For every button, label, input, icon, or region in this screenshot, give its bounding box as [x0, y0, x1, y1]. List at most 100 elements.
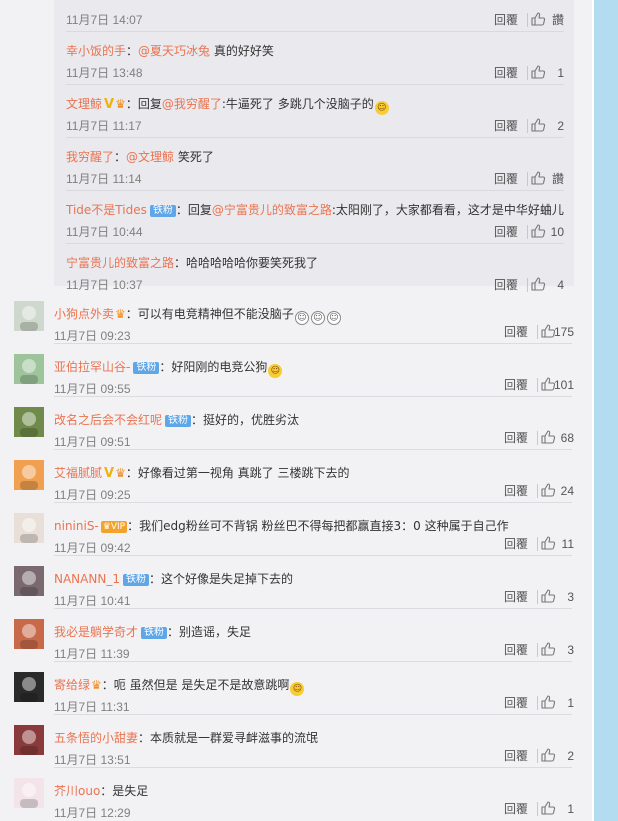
thumbs-up-icon[interactable]	[540, 588, 556, 604]
member-crown-icon: ♛	[115, 466, 126, 480]
avatar[interactable]	[14, 301, 44, 331]
like-count[interactable]: 1	[557, 66, 564, 80]
like-count[interactable]: 2	[557, 119, 564, 133]
avatar[interactable]	[14, 460, 44, 490]
username-link[interactable]: 寄给绿	[54, 678, 90, 692]
avatar[interactable]	[14, 407, 44, 437]
like-count[interactable]: 11	[562, 537, 574, 551]
comment-text: ：呃 虽然但是 是失足不是故意跳啊	[101, 678, 290, 692]
reply-button[interactable]: 回覆	[494, 278, 518, 292]
mention-link[interactable]: @夏天巧冰兔	[138, 44, 210, 58]
username-link[interactable]: 亚伯拉罕山谷-	[54, 360, 130, 374]
thumbs-up-icon[interactable]	[540, 641, 556, 657]
reply-button[interactable]: 回覆	[494, 13, 518, 27]
username-link[interactable]: 五条悟的小甜妻	[54, 731, 138, 745]
iron-fan-badge: 铁粉	[122, 574, 149, 586]
comment-text-line: 艾福腻腻 V♛：好像看过第一视角 真跳了 三楼跳下去的	[54, 465, 349, 482]
like-count[interactable]: 10	[551, 225, 564, 239]
member-crown-icon: ♛	[115, 307, 126, 321]
username-link[interactable]: 我穷醒了	[66, 150, 114, 164]
reply-button[interactable]: 回覆	[504, 749, 528, 763]
username-link[interactable]: Tide不是Tides	[66, 203, 147, 217]
reply-button[interactable]: 回覆	[504, 537, 528, 551]
comment-actions: 回覆 讚	[434, 11, 564, 29]
thumbs-up-icon[interactable]	[540, 482, 556, 498]
comment-item: 我必是躺学奇才 铁粉 ：别造谣，失足 11月7日 11:39 回覆 3	[0, 609, 600, 662]
thumbs-up-icon[interactable]	[530, 223, 546, 239]
thumbs-up-icon[interactable]	[540, 694, 556, 710]
mention-link[interactable]: @文理鲸	[126, 150, 174, 164]
username-link[interactable]: 我必是躺学奇才	[54, 625, 138, 639]
like-count[interactable]: 2	[567, 749, 574, 763]
reply-button[interactable]: 回覆	[504, 802, 528, 816]
comment-text-line: 五条悟的小甜妻：本质就是一群爱寻衅滋事的流氓	[54, 730, 318, 746]
reply-item: 11月7日 14:07 回覆 讚	[54, 0, 574, 32]
like-count[interactable]: 3	[567, 643, 574, 657]
reply-button[interactable]: 回覆	[504, 378, 528, 392]
comment-text: ：哈哈哈哈哈你要笑死我了	[174, 256, 319, 270]
comment-text: ：好阳刚的电竞公狗	[159, 360, 268, 374]
reply-button[interactable]: 回覆	[504, 590, 528, 604]
reply-button[interactable]: 回覆	[494, 66, 518, 80]
like-count[interactable]: 讚	[552, 13, 564, 27]
reply-button[interactable]: 回覆	[504, 325, 528, 339]
username-link[interactable]: 文理鲸	[66, 97, 102, 111]
avatar[interactable]	[14, 354, 44, 384]
comment-meta: 11月7日 10:37	[66, 278, 143, 292]
thumbs-up-icon[interactable]	[540, 429, 556, 445]
username-link[interactable]: 小狗点外卖	[54, 307, 114, 321]
like-count[interactable]: 175	[554, 325, 574, 339]
comment-actions: 回覆 24	[440, 482, 574, 500]
like-count[interactable]: 3	[567, 590, 574, 604]
avatar[interactable]	[14, 566, 44, 596]
like-count[interactable]: 24	[561, 484, 574, 498]
like-count[interactable]: 101	[554, 378, 574, 392]
mention-link[interactable]: @宁富贵儿的致富之路	[212, 203, 332, 217]
like-count[interactable]: 4	[557, 278, 564, 292]
like-count[interactable]: 1	[567, 696, 574, 710]
thumbs-up-icon[interactable]	[530, 117, 546, 133]
comment-text-line: 芥川ouo：是失足	[54, 783, 148, 799]
comment-meta: 11月7日 09:51	[54, 435, 131, 449]
avatar[interactable]	[14, 778, 44, 808]
thumbs-up-icon[interactable]	[530, 276, 546, 292]
like-count[interactable]: 1	[567, 802, 574, 816]
mention-link[interactable]: @我穷醒了	[162, 97, 222, 111]
comment-actions: 回覆 2	[440, 747, 574, 765]
avatar[interactable]	[14, 619, 44, 649]
reply-button[interactable]: 回覆	[494, 119, 518, 133]
comment-actions: 回覆 1	[440, 694, 574, 712]
reply-button[interactable]: 回覆	[494, 225, 518, 239]
comment-item: 寄给绿♛：呃 虽然但是 是失足不是故意跳啊 ☺ 11月7日 11:31 回覆 1	[0, 662, 600, 715]
timestamp: 11月7日 09:55	[54, 382, 131, 396]
thumbs-up-icon[interactable]	[540, 800, 556, 816]
comment-text-line: Tide不是Tides 铁粉 ：回复@宁富贵儿的致富之路:太阳刚了，大家都看看，这才…	[66, 202, 564, 218]
username-link[interactable]: nininiS-	[54, 519, 99, 533]
username-link[interactable]: 宁富贵儿的致富之路	[66, 256, 174, 270]
thumbs-up-icon[interactable]	[530, 11, 546, 27]
comment-text-line: NANANN_1 铁粉 ：这个好像是失足掉下去的	[54, 571, 293, 587]
reply-button[interactable]: 回覆	[494, 172, 518, 186]
avatar[interactable]	[14, 725, 44, 755]
username-link[interactable]: 改名之后会不会红呢	[54, 413, 162, 427]
reply-button[interactable]: 回覆	[504, 484, 528, 498]
thumbs-up-icon[interactable]	[540, 747, 556, 763]
reply-button[interactable]: 回覆	[504, 431, 528, 445]
thumbs-up-icon[interactable]	[540, 535, 556, 551]
username-link[interactable]: 芥川ouo	[54, 784, 100, 798]
username-link[interactable]: 幸小饭的手	[66, 44, 126, 58]
username-link[interactable]: 艾福腻腻	[54, 466, 102, 480]
like-count[interactable]: 讚	[552, 172, 564, 186]
reply-item: 文理鲸 V♛：回复@我穷醒了:牛逼死了 多跳几个没脑子的 ☺ 11月7日 11:17 回…	[54, 85, 574, 138]
like-count[interactable]: 68	[561, 431, 574, 445]
comment-meta: 11月7日 09:42	[54, 541, 131, 555]
thumbs-up-icon[interactable]	[530, 170, 546, 186]
username-link[interactable]: NANANN_1	[54, 572, 120, 586]
reply-button[interactable]: 回覆	[504, 696, 528, 710]
avatar[interactable]	[14, 672, 44, 702]
thumbs-up-icon[interactable]	[530, 64, 546, 80]
avatar[interactable]	[14, 513, 44, 543]
emoji-icon: ☺	[290, 682, 305, 696]
action-divider	[537, 749, 538, 763]
reply-button[interactable]: 回覆	[504, 643, 528, 657]
